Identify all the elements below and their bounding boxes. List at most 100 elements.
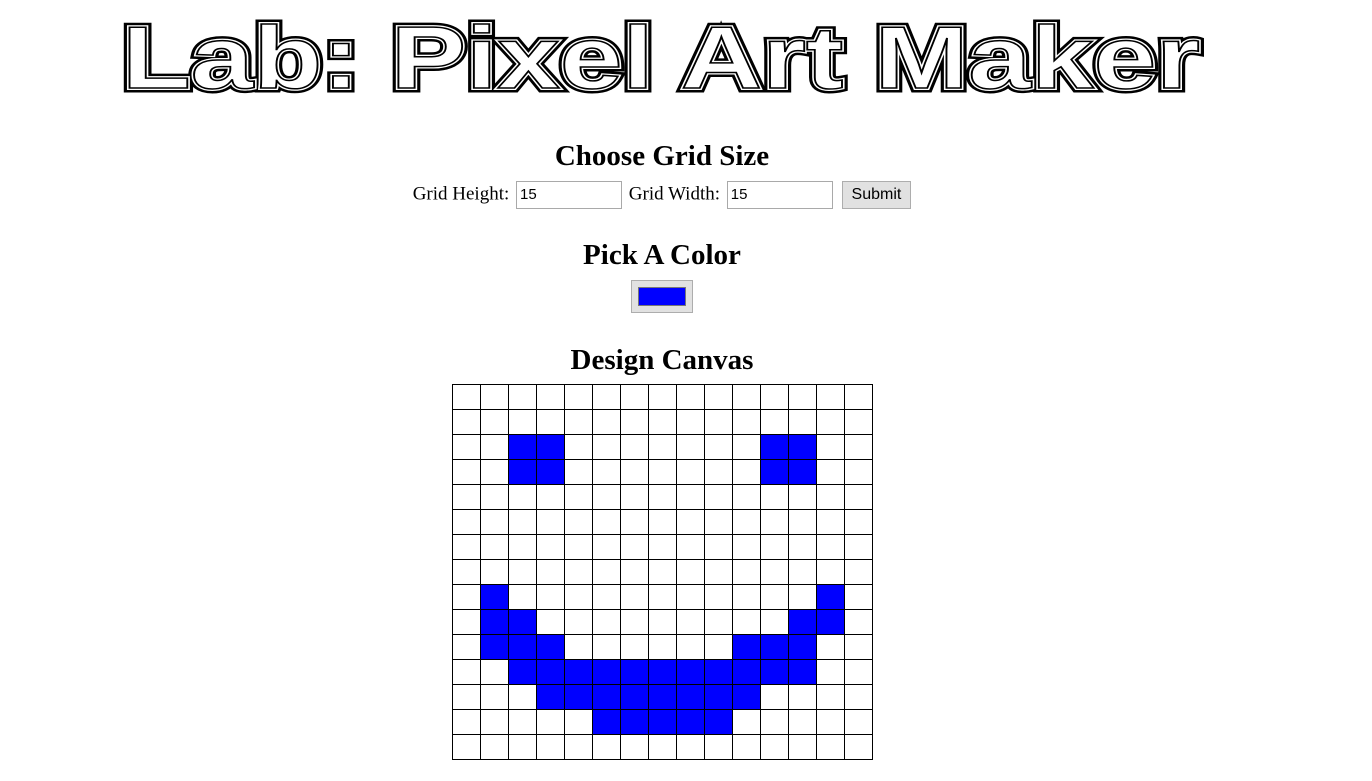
canvas-cell[interactable] (732, 709, 761, 735)
canvas-cell[interactable] (760, 509, 789, 535)
canvas-cell[interactable] (704, 709, 733, 735)
canvas-cell[interactable] (732, 434, 761, 460)
canvas-cell[interactable] (760, 709, 789, 735)
canvas-cell[interactable] (480, 609, 509, 635)
canvas-cell[interactable] (452, 409, 481, 435)
canvas-cell[interactable] (788, 534, 817, 560)
canvas-cell[interactable] (704, 384, 733, 410)
canvas-cell[interactable] (676, 734, 705, 760)
canvas-cell[interactable] (536, 734, 565, 760)
canvas-cell[interactable] (536, 459, 565, 485)
canvas-cell[interactable] (788, 659, 817, 685)
canvas-cell[interactable] (788, 484, 817, 510)
canvas-cell[interactable] (564, 634, 593, 660)
canvas-cell[interactable] (648, 684, 677, 710)
canvas-cell[interactable] (480, 634, 509, 660)
canvas-cell[interactable] (844, 409, 873, 435)
canvas-cell[interactable] (620, 609, 649, 635)
canvas-cell[interactable] (732, 559, 761, 585)
canvas-cell[interactable] (564, 709, 593, 735)
canvas-cell[interactable] (536, 634, 565, 660)
canvas-cell[interactable] (536, 559, 565, 585)
canvas-cell[interactable] (844, 584, 873, 610)
canvas-cell[interactable] (480, 684, 509, 710)
canvas-cell[interactable] (732, 509, 761, 535)
canvas-cell[interactable] (844, 434, 873, 460)
canvas-cell[interactable] (844, 459, 873, 485)
canvas-cell[interactable] (788, 584, 817, 610)
canvas-cell[interactable] (536, 484, 565, 510)
canvas-cell[interactable] (536, 409, 565, 435)
canvas-cell[interactable] (788, 634, 817, 660)
canvas-cell[interactable] (564, 734, 593, 760)
canvas-cell[interactable] (508, 659, 537, 685)
canvas-cell[interactable] (592, 584, 621, 610)
canvas-cell[interactable] (508, 734, 537, 760)
canvas-cell[interactable] (620, 509, 649, 535)
canvas-cell[interactable] (676, 409, 705, 435)
canvas-cell[interactable] (480, 709, 509, 735)
canvas-cell[interactable] (564, 609, 593, 635)
canvas-cell[interactable] (844, 634, 873, 660)
canvas-cell[interactable] (732, 609, 761, 635)
canvas-cell[interactable] (816, 634, 845, 660)
canvas-cell[interactable] (788, 434, 817, 460)
canvas-cell[interactable] (732, 384, 761, 410)
canvas-cell[interactable] (592, 709, 621, 735)
canvas-cell[interactable] (536, 584, 565, 610)
canvas-cell[interactable] (704, 659, 733, 685)
canvas-cell[interactable] (480, 534, 509, 560)
canvas-cell[interactable] (816, 459, 845, 485)
canvas-cell[interactable] (788, 559, 817, 585)
canvas-cell[interactable] (788, 409, 817, 435)
canvas-cell[interactable] (760, 384, 789, 410)
canvas-cell[interactable] (788, 709, 817, 735)
canvas-cell[interactable] (480, 734, 509, 760)
canvas-cell[interactable] (536, 509, 565, 535)
canvas-cell[interactable] (732, 634, 761, 660)
canvas-cell[interactable] (844, 659, 873, 685)
canvas-cell[interactable] (732, 734, 761, 760)
canvas-cell[interactable] (732, 484, 761, 510)
canvas-cell[interactable] (760, 659, 789, 685)
canvas-cell[interactable] (676, 384, 705, 410)
canvas-cell[interactable] (760, 534, 789, 560)
canvas-cell[interactable] (592, 684, 621, 710)
canvas-cell[interactable] (816, 609, 845, 635)
canvas-cell[interactable] (816, 584, 845, 610)
canvas-cell[interactable] (620, 684, 649, 710)
canvas-cell[interactable] (732, 409, 761, 435)
canvas-cell[interactable] (676, 509, 705, 535)
canvas-cell[interactable] (480, 484, 509, 510)
canvas-cell[interactable] (592, 384, 621, 410)
canvas-cell[interactable] (676, 434, 705, 460)
canvas-cell[interactable] (452, 684, 481, 710)
canvas-cell[interactable] (732, 459, 761, 485)
canvas-cell[interactable] (620, 409, 649, 435)
canvas-cell[interactable] (620, 534, 649, 560)
canvas-cell[interactable] (788, 734, 817, 760)
canvas-cell[interactable] (676, 659, 705, 685)
canvas-cell[interactable] (760, 484, 789, 510)
canvas-cell[interactable] (480, 509, 509, 535)
canvas-cell[interactable] (760, 734, 789, 760)
grid-width-input[interactable] (726, 180, 833, 209)
canvas-cell[interactable] (844, 734, 873, 760)
canvas-cell[interactable] (452, 459, 481, 485)
canvas-cell[interactable] (592, 609, 621, 635)
canvas-cell[interactable] (508, 534, 537, 560)
canvas-cell[interactable] (676, 559, 705, 585)
canvas-cell[interactable] (732, 584, 761, 610)
canvas-cell[interactable] (452, 559, 481, 585)
canvas-cell[interactable] (508, 484, 537, 510)
canvas-cell[interactable] (620, 434, 649, 460)
canvas-cell[interactable] (788, 684, 817, 710)
canvas-cell[interactable] (480, 434, 509, 460)
canvas-cell[interactable] (480, 459, 509, 485)
canvas-cell[interactable] (844, 684, 873, 710)
canvas-cell[interactable] (648, 659, 677, 685)
canvas-cell[interactable] (592, 409, 621, 435)
canvas-cell[interactable] (592, 509, 621, 535)
canvas-cell[interactable] (816, 534, 845, 560)
canvas-cell[interactable] (816, 484, 845, 510)
